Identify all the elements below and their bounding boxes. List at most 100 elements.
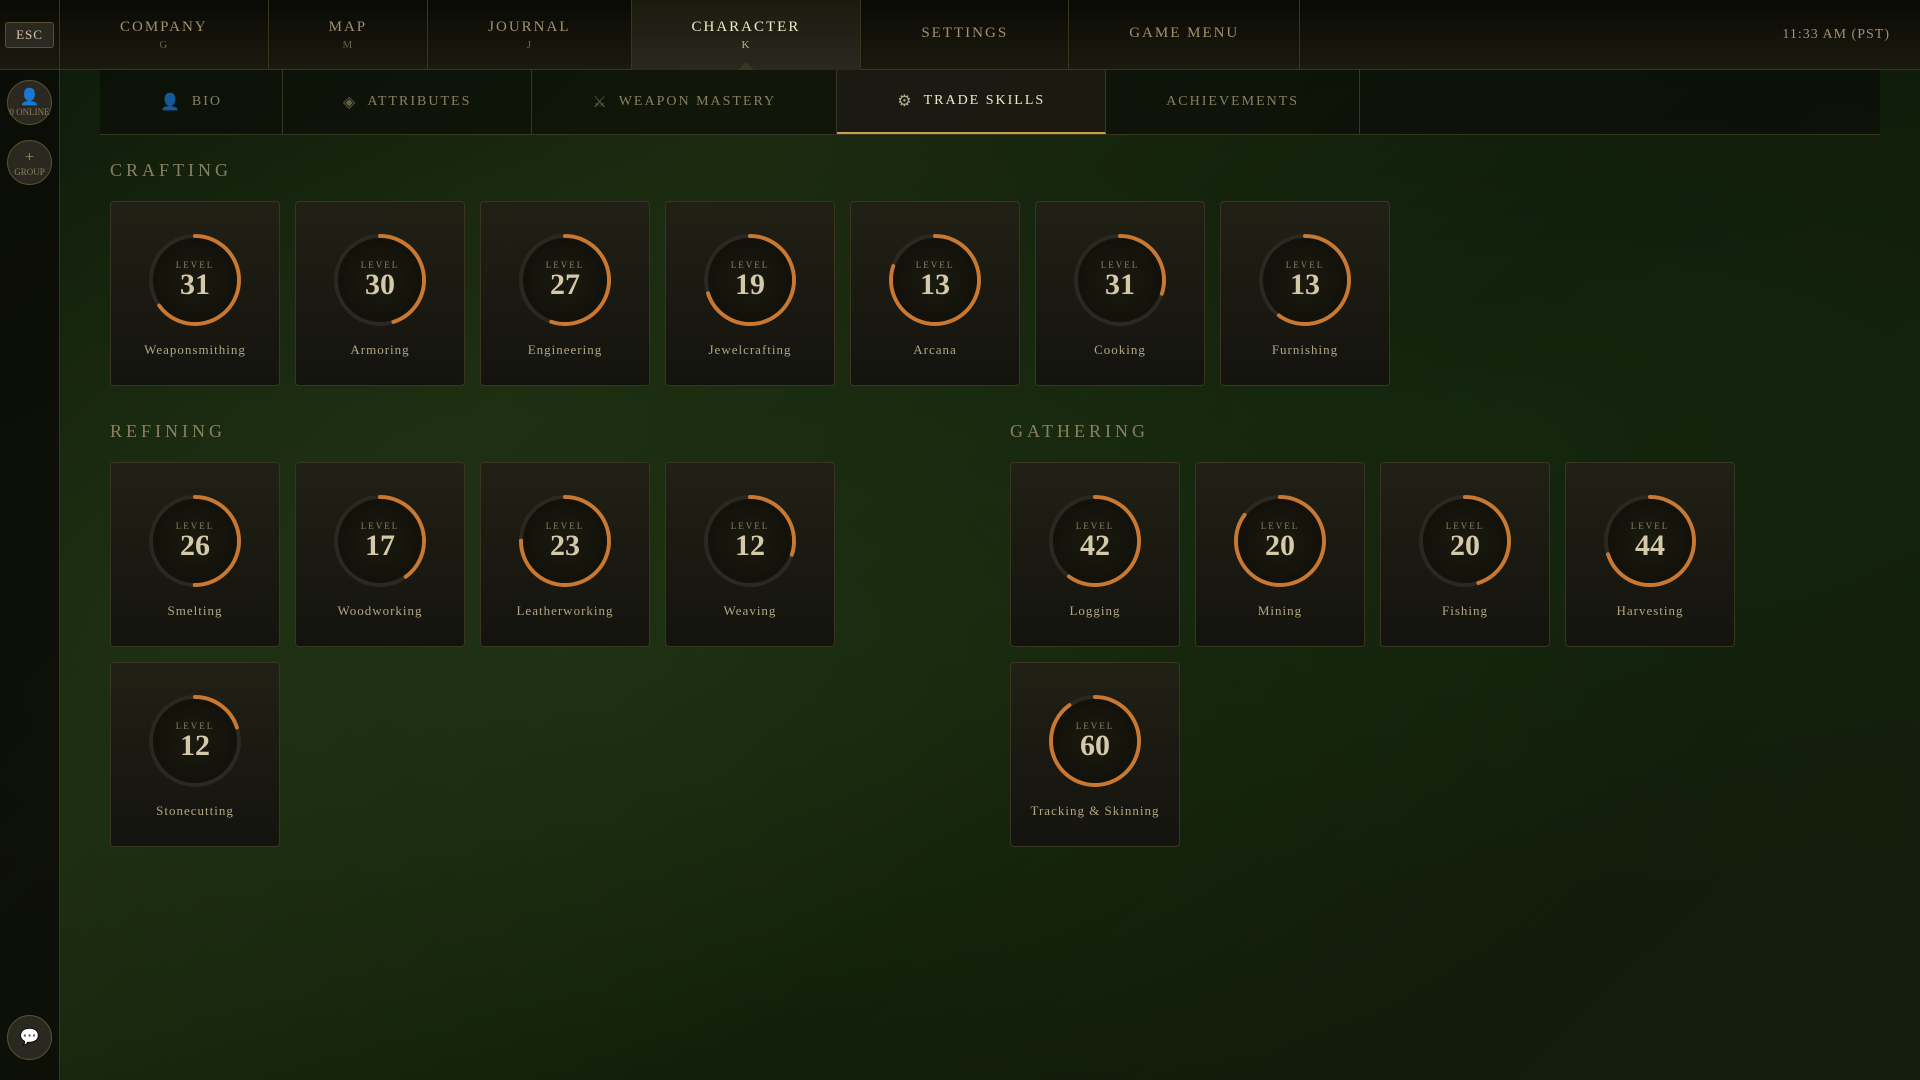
skill-name: Fishing [1442,603,1488,619]
circle-inner: LEVEL 31 [153,238,237,322]
crafting-section: CRAFTING LEVEL 31 Weaponsmithing LEVEL 3… [110,160,1870,386]
level-number: 44 [1635,531,1665,561]
level-number: 30 [365,270,395,300]
skill-circle: LEVEL 60 [1045,691,1145,791]
sword-icon: ⚔ [592,92,608,112]
chat-button[interactable]: 💬 [7,1015,52,1060]
level-number: 19 [735,270,765,300]
skill-card-weaponsmithing[interactable]: LEVEL 31 Weaponsmithing [110,201,280,386]
skill-circle: LEVEL 31 [145,230,245,330]
skill-card-mining[interactable]: LEVEL 20 Mining [1195,462,1365,647]
skill-name: Mining [1258,603,1302,619]
skill-card-fishing[interactable]: LEVEL 20 Fishing [1380,462,1550,647]
skill-card-weaving[interactable]: LEVEL 12 Weaving [665,462,835,647]
skill-circle: LEVEL 19 [700,230,800,330]
skill-circle: LEVEL 27 [515,230,615,330]
tab-trade-skills[interactable]: ⚙ TRADE SKILLS [837,70,1106,134]
esc-label[interactable]: ESC [5,22,54,48]
skill-name: Cooking [1094,342,1146,358]
nav-company[interactable]: COMPANY G [60,0,269,70]
skill-card-furnishing[interactable]: LEVEL 13 Furnishing [1220,201,1390,386]
topbar: ESC COMPANY G MAP M JOURNAL J CHARACTER … [0,0,1920,70]
main-content: 👤 BIO ◈ ATTRIBUTES ⚔ WEAPON MASTERY ⚙ TR… [60,70,1920,1080]
skill-card-harvesting[interactable]: LEVEL 44 Harvesting [1565,462,1735,647]
nav-items: COMPANY G MAP M JOURNAL J CHARACTER K SE… [60,0,1300,70]
skill-card-engineering[interactable]: LEVEL 27 Engineering [480,201,650,386]
skill-name: Tracking & Skinning [1030,803,1159,819]
gear-icon: ⚙ [897,91,913,111]
gathering-grid: LEVEL 42 Logging LEVEL 20 Mining LEVEL [1010,462,1870,847]
level-number: 60 [1080,731,1110,761]
level-number: 27 [550,270,580,300]
time-display: 11:33 AM (PST) [1782,27,1920,43]
gathering-section: GATHERING LEVEL 42 Logging LEVEL 20 [1010,421,1870,882]
circle-inner: LEVEL 12 [708,499,792,583]
circle-inner: LEVEL 42 [1053,499,1137,583]
skill-card-cooking[interactable]: LEVEL 31 Cooking [1035,201,1205,386]
tab-weapon-mastery[interactable]: ⚔ WEAPON MASTERY [532,70,837,134]
skill-circle: LEVEL 23 [515,491,615,591]
circle-inner: LEVEL 60 [1053,699,1137,783]
plus-icon: + [25,148,34,167]
tab-achievements[interactable]: ACHIEVEMENTS [1106,70,1360,134]
level-number: 26 [180,531,210,561]
circle-inner: LEVEL 17 [338,499,422,583]
skill-card-arcana[interactable]: LEVEL 13 Arcana [850,201,1020,386]
skill-card-tracking-&-skinning[interactable]: LEVEL 60 Tracking & Skinning [1010,662,1180,847]
chat-icon: 💬 [20,1028,40,1047]
sidebar: 👤 0 ONLINE + GROUP 💬 [0,70,60,1080]
skill-card-leatherworking[interactable]: LEVEL 23 Leatherworking [480,462,650,647]
skill-circle: LEVEL 31 [1070,230,1170,330]
refining-title: REFINING [110,421,970,442]
level-number: 20 [1265,531,1295,561]
skill-circle: LEVEL 17 [330,491,430,591]
group-button[interactable]: + GROUP [7,140,52,185]
circle-inner: LEVEL 26 [153,499,237,583]
circle-inner: LEVEL 44 [1608,499,1692,583]
circle-inner: LEVEL 30 [338,238,422,322]
tab-bio[interactable]: 👤 BIO [100,70,283,134]
skill-card-stonecutting[interactable]: LEVEL 12 Stonecutting [110,662,280,847]
skill-circle: LEVEL 30 [330,230,430,330]
skill-card-woodworking[interactable]: LEVEL 17 Woodworking [295,462,465,647]
bottom-sections: REFINING LEVEL 26 Smelting LEVEL 17 [110,421,1870,882]
back-button[interactable]: ESC [0,0,60,70]
circle-inner: LEVEL 20 [1238,499,1322,583]
person-icon: 👤 [20,88,40,107]
skill-card-smelting[interactable]: LEVEL 26 Smelting [110,462,280,647]
level-number: 31 [180,270,210,300]
crafting-grid: LEVEL 31 Weaponsmithing LEVEL 30 Armorin… [110,201,1870,386]
skill-circle: LEVEL 13 [885,230,985,330]
circle-inner: LEVEL 13 [893,238,977,322]
skill-card-logging[interactable]: LEVEL 42 Logging [1010,462,1180,647]
topbar-left: ESC COMPANY G MAP M JOURNAL J CHARACTER … [0,0,1300,70]
refining-grid: LEVEL 26 Smelting LEVEL 17 Woodworking L… [110,462,970,847]
nav-character[interactable]: CHARACTER K [632,0,862,70]
nav-journal[interactable]: JOURNAL J [428,0,631,70]
skill-name: Woodworking [337,603,422,619]
online-button[interactable]: 👤 0 ONLINE [7,80,52,125]
skill-circle: LEVEL 12 [145,691,245,791]
skill-circle: LEVEL 12 [700,491,800,591]
skill-name: Smelting [168,603,223,619]
sub-nav: 👤 BIO ◈ ATTRIBUTES ⚔ WEAPON MASTERY ⚙ TR… [100,70,1880,135]
skill-card-jewelcrafting[interactable]: LEVEL 19 Jewelcrafting [665,201,835,386]
level-number: 31 [1105,270,1135,300]
nav-game-menu[interactable]: GAME MENU [1069,0,1300,70]
circle-inner: LEVEL 27 [523,238,607,322]
gathering-title: GATHERING [1010,421,1870,442]
crafting-title: CRAFTING [110,160,1870,181]
tab-attributes[interactable]: ◈ ATTRIBUTES [283,70,532,134]
level-number: 23 [550,531,580,561]
circle-inner: LEVEL 31 [1078,238,1162,322]
attributes-icon: ◈ [343,92,357,112]
skill-card-armoring[interactable]: LEVEL 30 Armoring [295,201,465,386]
skill-circle: LEVEL 13 [1255,230,1355,330]
level-number: 13 [1290,270,1320,300]
level-number: 12 [735,531,765,561]
skill-name: Furnishing [1272,342,1338,358]
nav-settings[interactable]: SETTINGS [861,0,1069,70]
nav-map[interactable]: MAP M [269,0,429,70]
level-number: 20 [1450,531,1480,561]
level-number: 17 [365,531,395,561]
